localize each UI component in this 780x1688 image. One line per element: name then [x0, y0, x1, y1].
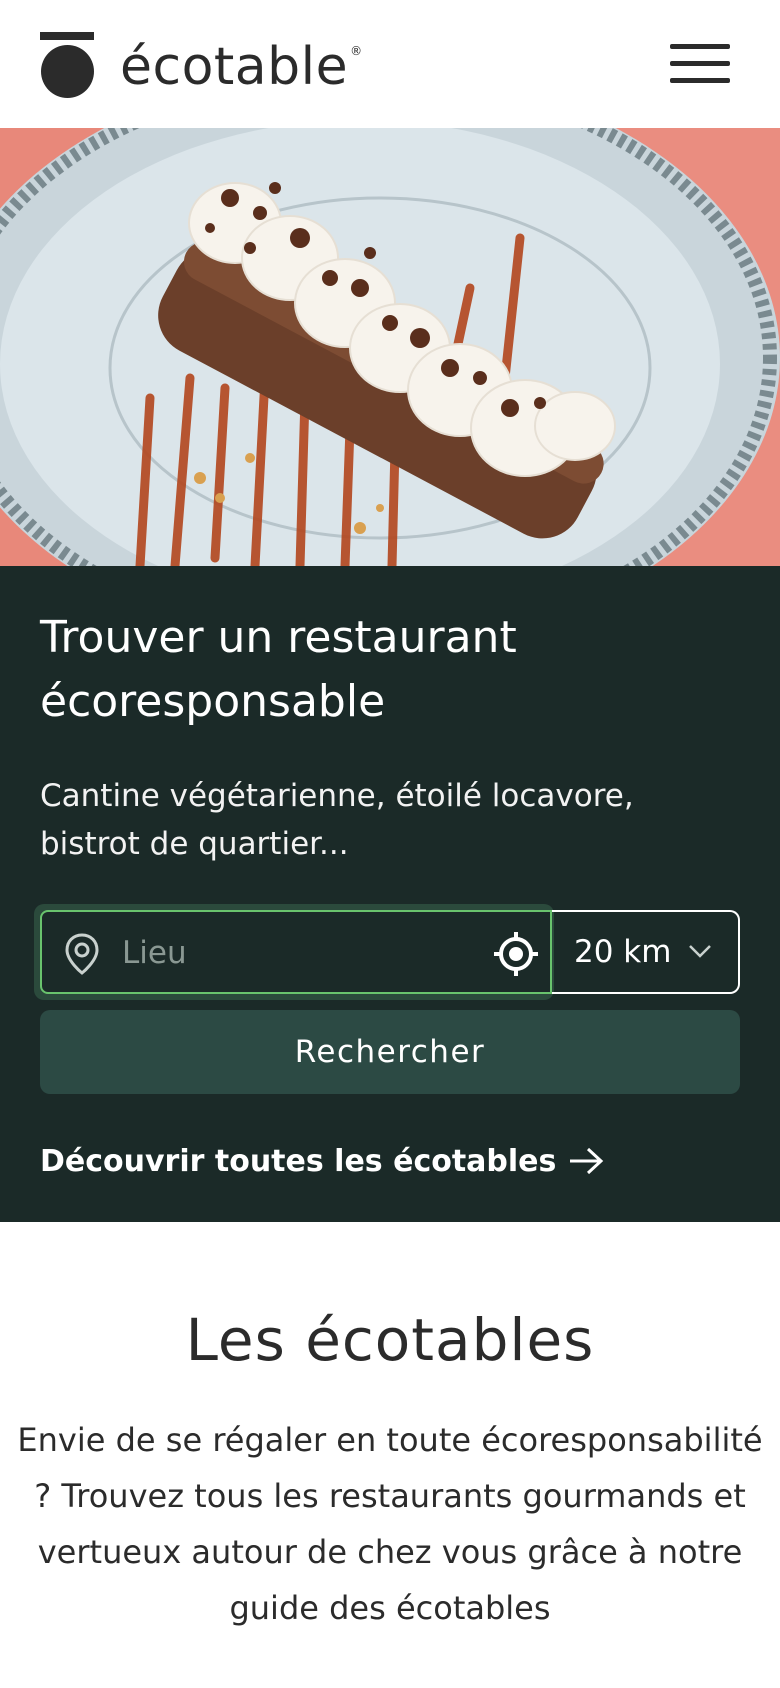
- search-button[interactable]: Rechercher: [40, 1010, 740, 1094]
- radius-value: 20 km: [574, 934, 672, 970]
- search-form: 20 km: [34, 904, 740, 1000]
- discover-all-label: Découvrir toutes les écotables: [40, 1143, 557, 1179]
- arrow-right-icon: [570, 1147, 604, 1175]
- search-title-line1: Trouver un restaurant: [40, 612, 517, 663]
- search-subtitle: Cantine végétarienne, étoilé locavore, b…: [40, 778, 634, 862]
- radius-select[interactable]: 20 km: [552, 910, 740, 994]
- location-input[interactable]: [122, 928, 462, 978]
- site-header: écotable ®: [0, 0, 780, 128]
- registered-mark: ®: [350, 44, 363, 58]
- location-pin-icon: [65, 933, 99, 975]
- hero-image: [0, 128, 780, 566]
- section-title: Les écotables: [185, 1306, 595, 1374]
- brand-logo[interactable]: écotable ®: [40, 30, 363, 100]
- search-title-line2: écoresponsable: [40, 676, 386, 727]
- geolocate-icon[interactable]: [492, 930, 540, 978]
- discover-all-link[interactable]: Découvrir toutes les écotables: [40, 1136, 604, 1186]
- brand-name: écotable ®: [120, 37, 363, 97]
- dessert-illustration: [0, 128, 780, 566]
- search-title: Trouver un restaurant écoresponsable: [40, 606, 740, 734]
- logo-mark-icon: [40, 32, 94, 98]
- chevron-down-icon: [689, 945, 711, 958]
- search-panel: Trouver un restaurant écoresponsable Can…: [0, 566, 780, 1222]
- hamburger-menu-icon[interactable]: [668, 40, 732, 88]
- section-description: Envie de se régaler en toute écoresponsa…: [17, 1421, 763, 1627]
- location-field[interactable]: [40, 910, 552, 994]
